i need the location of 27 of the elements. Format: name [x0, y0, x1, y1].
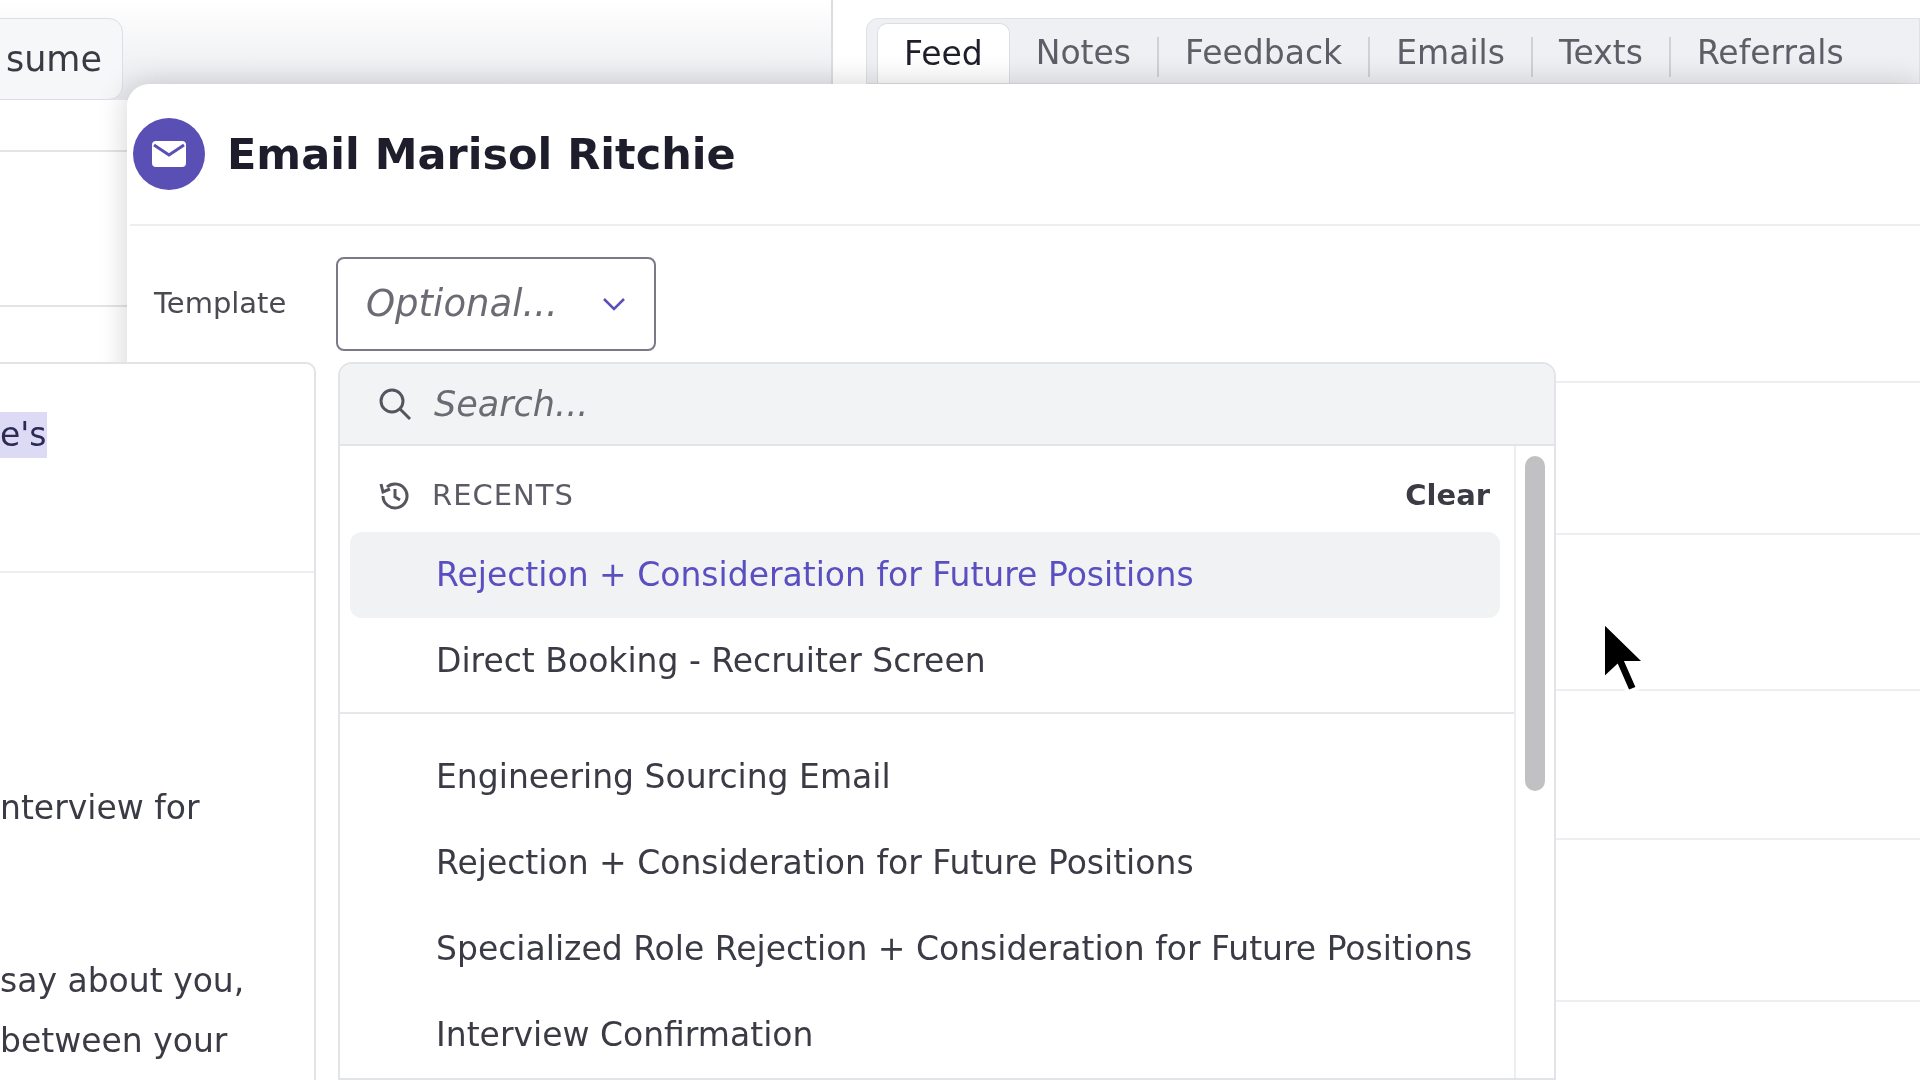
template-option[interactable]: Rejection + Consideration for Future Positions: [350, 820, 1500, 906]
body-text: between your: [0, 1020, 228, 1062]
caret-icon: [602, 297, 626, 311]
template-option[interactable]: Direct Booking - Recruiter Screen: [350, 618, 1500, 704]
resume-button[interactable]: sume: [0, 18, 123, 100]
template-option[interactable]: Specialized Role Rejection + Consideration for Future Positions: [350, 906, 1500, 992]
field-label: Template: [154, 285, 288, 323]
clear-button[interactable]: Clear: [1405, 474, 1490, 518]
template-option[interactable]: Interview Confirmation: [350, 992, 1500, 1078]
search-field[interactable]: Search...: [340, 364, 1554, 446]
template-option[interactable]: Engineering Sourcing Email: [350, 734, 1500, 820]
tab[interactable]: Emails: [1370, 23, 1531, 83]
body-text: say about you,: [0, 960, 245, 1002]
body-text: nterview for: [0, 787, 200, 829]
tab[interactable]: Texts: [1532, 23, 1669, 83]
tab[interactable]: Feedback: [1159, 23, 1369, 83]
search-input[interactable]: Search...: [434, 377, 1234, 431]
tab[interactable]: Feed: [877, 23, 1010, 83]
tab[interactable]: Notes: [1009, 23, 1158, 83]
modal-title: Email Marisol Ritchie: [227, 127, 736, 181]
search-icon: [378, 387, 412, 421]
template-dropdown[interactable]: Optional...: [336, 257, 656, 351]
section-heading: RECENTS: [432, 477, 575, 515]
tab[interactable]: Referrals: [1670, 23, 1870, 83]
template-option[interactable]: Rejection + Consideration for Future Positions: [350, 532, 1500, 618]
scrollbar-thumb[interactable]: [1525, 456, 1545, 791]
body-text: e's: [0, 412, 47, 458]
